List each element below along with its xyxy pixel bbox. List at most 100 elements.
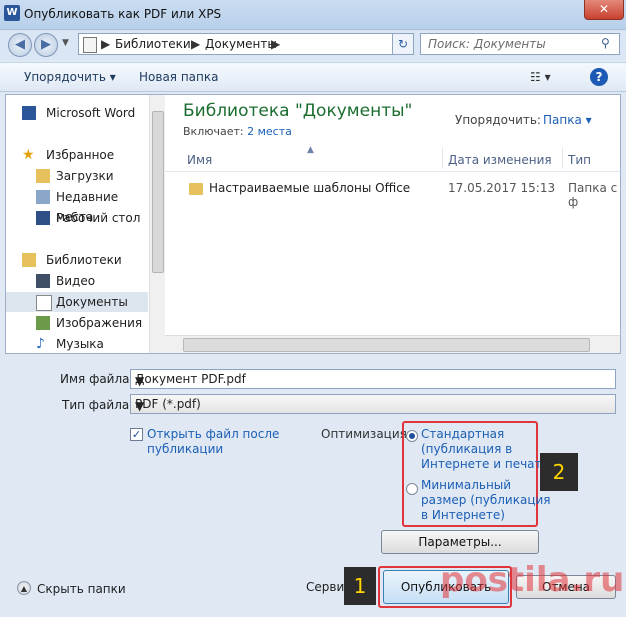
- sidebar-item-recent-places[interactable]: Недавние места: [6, 187, 148, 224]
- opt-minimal-label-3[interactable]: в Интернете): [421, 508, 505, 522]
- navigation-sidebar: Microsoft Word ★ Избранное Загрузки Неда…: [6, 95, 148, 353]
- column-headers: Имя ▲ Дата изменения Тип: [165, 145, 620, 172]
- opt-standard-radio[interactable]: [406, 430, 418, 442]
- music-icon: ♪: [36, 336, 45, 352]
- library-includes: Включает: 2 места: [183, 125, 292, 138]
- library-title: Библиотека "Документы": [183, 101, 413, 121]
- sidebar-item-label: Документы: [56, 295, 128, 309]
- file-list: Библиотека "Документы" Включает: 2 места…: [165, 95, 620, 353]
- row-date: 17.05.2017 15:13: [448, 181, 556, 195]
- opt-minimal-radio[interactable]: [406, 483, 418, 495]
- filename-input[interactable]: Документ PDF.pdf ▼: [130, 369, 616, 389]
- opt-standard-label-1[interactable]: Стандартная: [421, 427, 504, 441]
- sidebar-item-microsoft-word[interactable]: Microsoft Word: [6, 103, 148, 123]
- sidebar-scrollbar[interactable]: [149, 95, 165, 353]
- new-folder-button[interactable]: Новая папка: [139, 70, 218, 84]
- close-button[interactable]: ✕: [584, 0, 624, 20]
- hide-folders-icon[interactable]: ▲: [17, 581, 31, 595]
- organize-button[interactable]: Упорядочить ▾: [24, 70, 116, 84]
- word-app-icon: W: [4, 5, 20, 21]
- sidebar-scroll-thumb[interactable]: [152, 111, 164, 273]
- help-button[interactable]: ?: [590, 68, 608, 86]
- search-icon: ⚲: [601, 36, 610, 50]
- sidebar-item-downloads[interactable]: Загрузки: [6, 166, 148, 186]
- breadcrumb-separator-icon: ▶: [101, 37, 111, 51]
- open-after-publish-label-2[interactable]: публикации: [147, 442, 223, 456]
- column-divider[interactable]: [562, 147, 563, 169]
- back-button[interactable]: ◀: [8, 33, 32, 57]
- includes-label: Включает:: [183, 125, 244, 138]
- opt-minimal-label-2[interactable]: размер (публикация: [421, 493, 551, 507]
- folder-icon: [189, 183, 203, 195]
- sidebar-item-documents[interactable]: Документы: [6, 292, 148, 312]
- desktop-icon: [36, 211, 50, 225]
- sidebar-item-label: Microsoft Word: [46, 106, 136, 120]
- breadcrumb-separator-icon: ▶: [191, 37, 201, 51]
- sidebar-item-desktop[interactable]: Рабочий стол: [6, 208, 148, 228]
- opt-standard-label-3[interactable]: Интернете и печать): [421, 457, 553, 471]
- library-icon: [22, 253, 36, 267]
- refresh-icon: ↻: [397, 37, 409, 51]
- sort-arrow-icon: ▲: [307, 145, 314, 155]
- table-row[interactable]: Настраиваемые шаблоны Office 17.05.2017 …: [165, 179, 620, 209]
- folder-download-icon: [36, 169, 50, 183]
- forward-button[interactable]: ▶: [34, 33, 58, 57]
- documents-icon: [36, 295, 52, 311]
- refresh-button[interactable]: ↻: [392, 33, 414, 55]
- open-after-publish-label[interactable]: Открыть файл после: [147, 427, 279, 441]
- address-bar[interactable]: ▶ Библиотеки ▶ Документы ▶ ▼: [78, 33, 414, 55]
- video-icon: [36, 274, 50, 288]
- sidebar-item-music[interactable]: ♪ Музыка: [6, 334, 148, 353]
- includes-locations-link[interactable]: 2 места: [247, 125, 292, 138]
- chevron-down-icon[interactable]: ▼: [135, 374, 613, 388]
- search-placeholder: Поиск: Документы: [428, 37, 546, 51]
- view-options-button[interactable]: ☷ ▾: [530, 70, 551, 84]
- optimization-label: Оптимизация:: [321, 427, 411, 441]
- chevron-down-icon[interactable]: ▼: [135, 399, 613, 413]
- pictures-icon: [36, 316, 50, 330]
- breadcrumb-separator-icon: ▶: [271, 37, 281, 51]
- opt-minimal-label-1[interactable]: Минимальный: [421, 478, 511, 492]
- filename-label: Имя файла:: [60, 372, 134, 386]
- file-list-scrollbar[interactable]: [165, 335, 620, 353]
- annotation-badge-1: 1: [344, 567, 376, 605]
- arrange-by-dropdown[interactable]: Папка ▾: [543, 113, 592, 127]
- recent-pages-dropdown[interactable]: ▼: [62, 38, 69, 48]
- hide-folders-button[interactable]: Скрыть папки: [37, 582, 126, 596]
- row-type: Папка с ф: [568, 181, 618, 209]
- file-browser-pane: Microsoft Word ★ Избранное Загрузки Неда…: [5, 94, 621, 354]
- filetype-select[interactable]: PDF (*.pdf) ▼: [130, 394, 616, 414]
- sidebar-item-label: Избранное: [46, 148, 115, 162]
- sidebar-item-label: Рабочий стол: [56, 211, 141, 225]
- breadcrumb-documents[interactable]: Документы: [205, 37, 277, 51]
- sidebar-item-label: Видео: [56, 274, 96, 288]
- column-type[interactable]: Тип: [568, 153, 591, 167]
- view-list-icon: ☷ ▾: [530, 70, 551, 84]
- file-list-scroll-thumb[interactable]: [183, 338, 590, 352]
- search-input[interactable]: Поиск: Документы ⚲: [420, 33, 620, 55]
- sidebar-item-label: Музыка: [56, 337, 104, 351]
- sidebar-item-libraries[interactable]: Библиотеки: [6, 250, 148, 270]
- filetype-label: Тип файла:: [62, 398, 134, 412]
- chevron-down-icon: ▼: [62, 38, 69, 48]
- column-name[interactable]: Имя: [187, 153, 212, 167]
- sidebar-item-pictures[interactable]: Изображения: [6, 313, 148, 333]
- sidebar-item-label: Библиотеки: [46, 253, 122, 267]
- word-icon: [22, 106, 36, 120]
- open-after-publish-checkbox[interactable]: ✓: [130, 428, 143, 441]
- sidebar-item-label: Загрузки: [56, 169, 114, 183]
- checkmark-icon: ✓: [131, 428, 142, 441]
- recent-places-icon: [36, 190, 50, 204]
- opt-standard-label-2[interactable]: (публикация в: [421, 442, 512, 456]
- breadcrumb-libraries[interactable]: Библиотеки: [115, 37, 191, 51]
- folder-location-icon: [83, 37, 97, 53]
- column-divider[interactable]: [442, 147, 443, 169]
- sidebar-item-favorites[interactable]: ★ Избранное: [6, 145, 148, 165]
- parameters-button[interactable]: Параметры...: [381, 530, 539, 554]
- sidebar-item-video[interactable]: Видео: [6, 271, 148, 291]
- arrow-right-icon: ▶: [41, 37, 51, 52]
- sidebar-item-label: Изображения: [56, 316, 143, 330]
- column-date-modified[interactable]: Дата изменения: [448, 153, 552, 167]
- row-name: Настраиваемые шаблоны Office: [209, 181, 411, 195]
- arrange-by-label: Упорядочить:: [455, 113, 541, 127]
